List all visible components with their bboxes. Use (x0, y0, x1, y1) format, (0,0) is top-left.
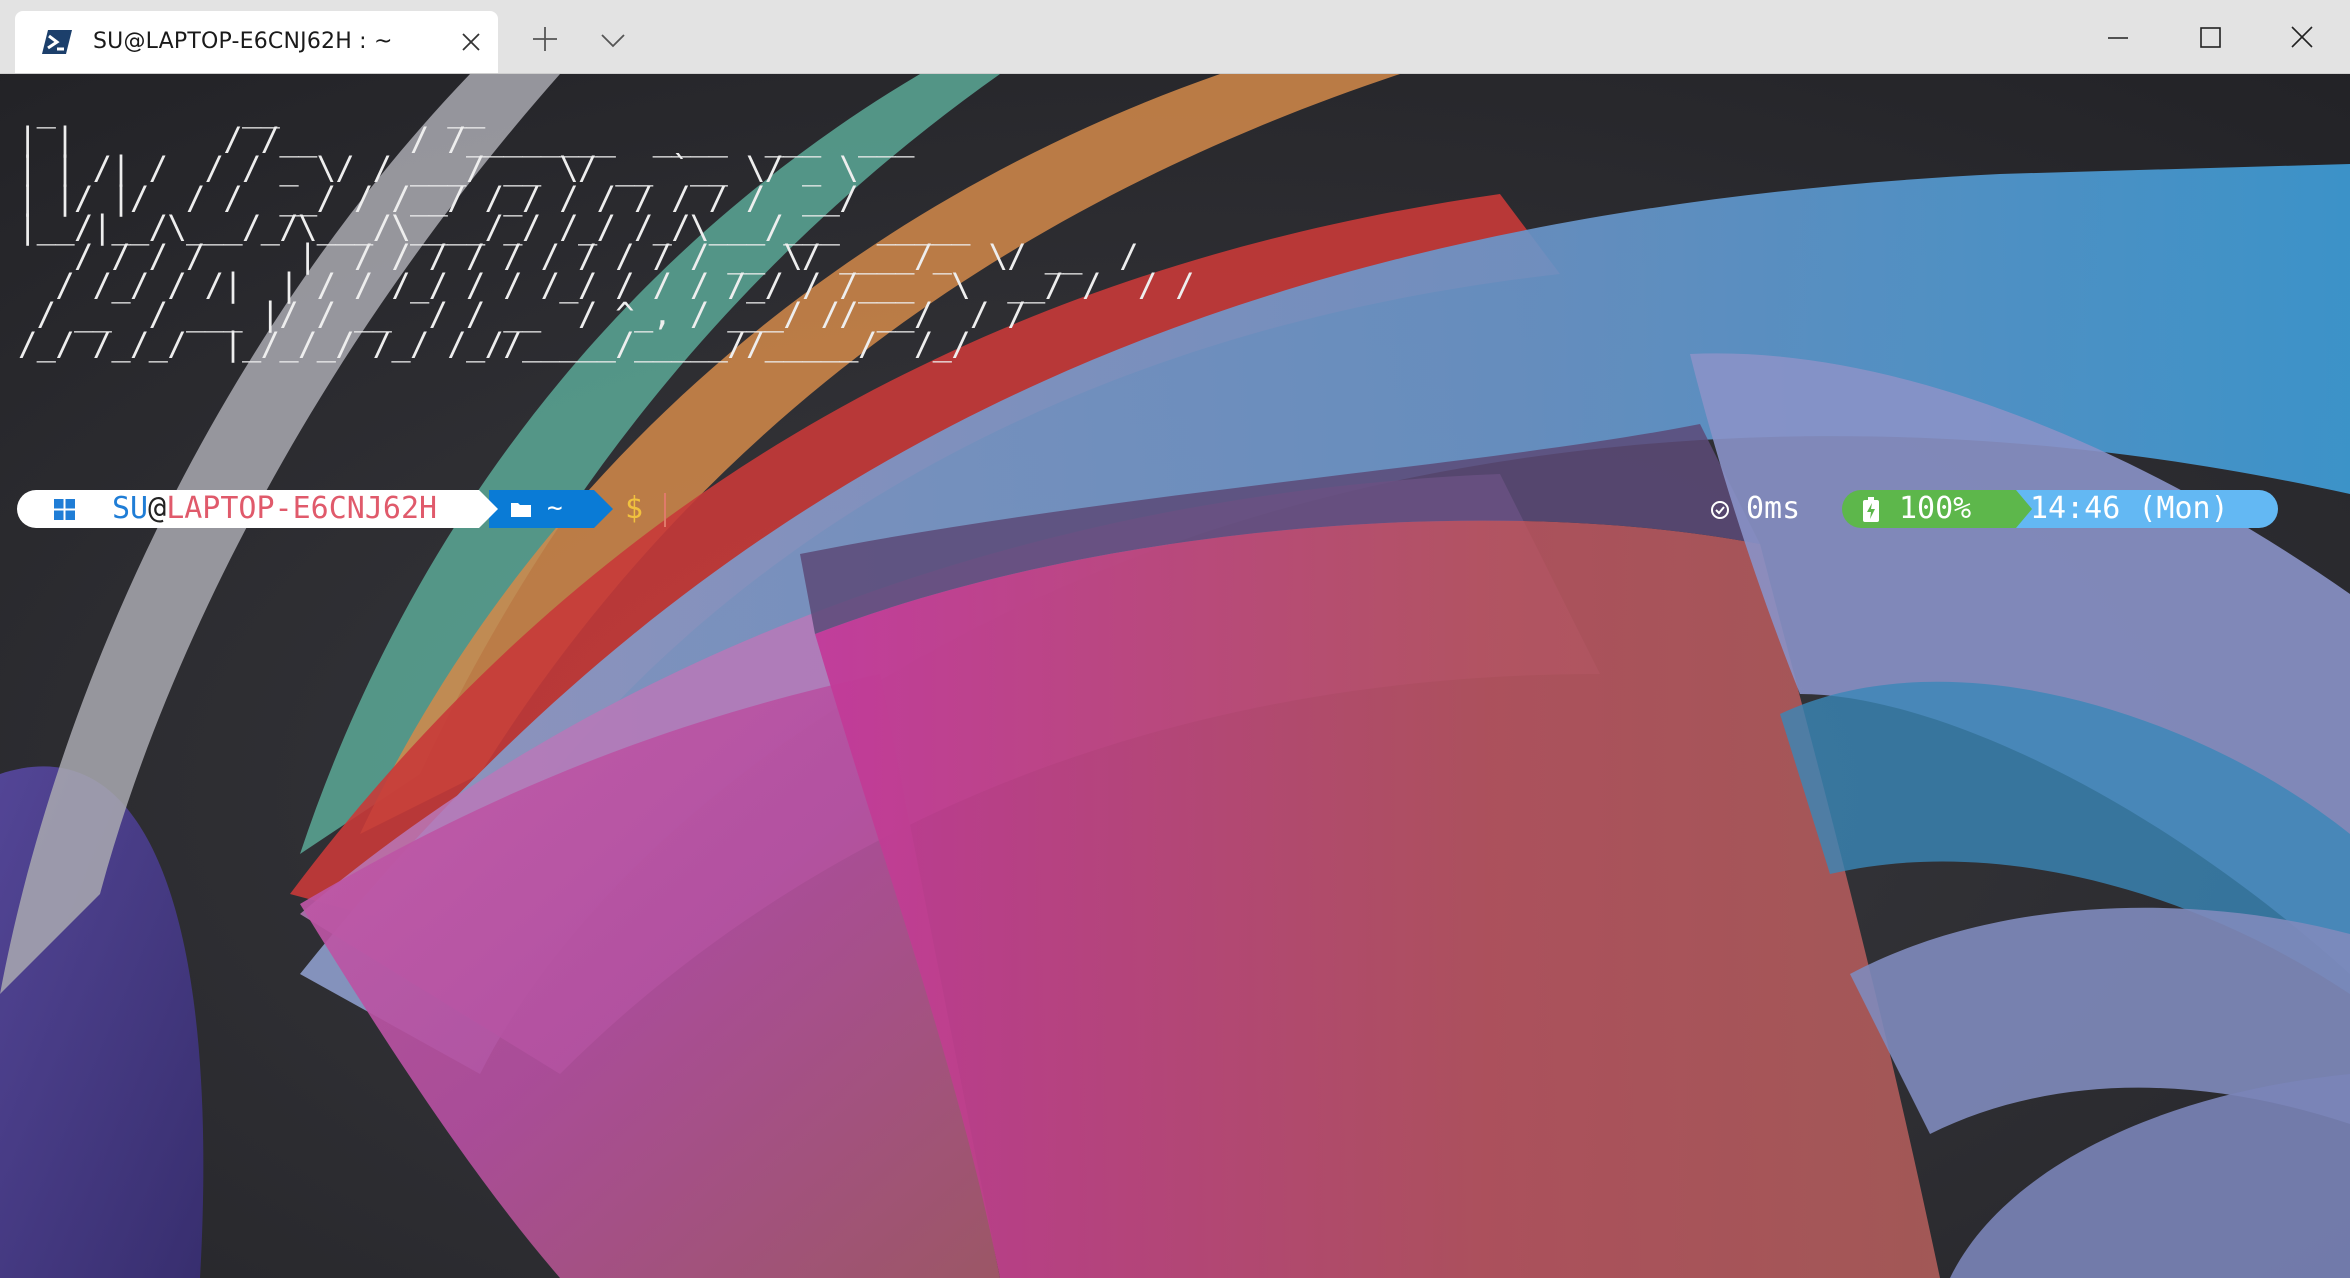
prompt-right: 0ms 100% 14:46 (Mon) (1700, 490, 2280, 528)
prompt-at: @ (148, 491, 167, 526)
maximize-icon[interactable] (2188, 16, 2232, 60)
battery-level: 100% (1899, 491, 1972, 526)
terminal-tab[interactable]: SU@LAPTOP-E6CNJ62H : ~ (15, 11, 498, 73)
battery-charging-icon (1863, 497, 1879, 522)
execution-time: 0ms (1746, 491, 1801, 526)
terminal-pane[interactable]: _ __ __ | | / /__ / /________ ____ ___ _… (0, 74, 2350, 1278)
windows-icon (54, 499, 75, 520)
segment-separator (594, 490, 613, 528)
clock: 14:46 (Mon) (2030, 491, 2229, 526)
prompt-symbol: $ (625, 491, 644, 526)
ascii-banner: _ __ __ | | / /__ / /________ ____ ___ _… (18, 91, 1195, 363)
chevron-down-icon[interactable] (597, 24, 629, 56)
prompt-user-host: SU@LAPTOP-E6CNJ62H (112, 491, 437, 527)
folder-icon (511, 503, 531, 517)
segment-separator (479, 490, 498, 528)
path-segment (489, 490, 594, 528)
plus-icon[interactable] (528, 22, 562, 56)
text-cursor (664, 493, 666, 527)
close-tab-icon[interactable] (458, 29, 484, 55)
close-icon[interactable] (2280, 16, 2324, 60)
prompt-path: ~ (547, 493, 563, 523)
check-circle-icon (1711, 501, 1729, 519)
powershell-icon (42, 30, 72, 54)
prompt-host: LAPTOP-E6CNJ62H (166, 491, 438, 526)
title-bar: SU@LAPTOP-E6CNJ62H : ~ (0, 0, 2350, 74)
tab-title: SU@LAPTOP-E6CNJ62H : ~ (93, 29, 393, 54)
prompt-user: SU (112, 491, 149, 526)
minimize-icon[interactable] (2096, 16, 2140, 60)
